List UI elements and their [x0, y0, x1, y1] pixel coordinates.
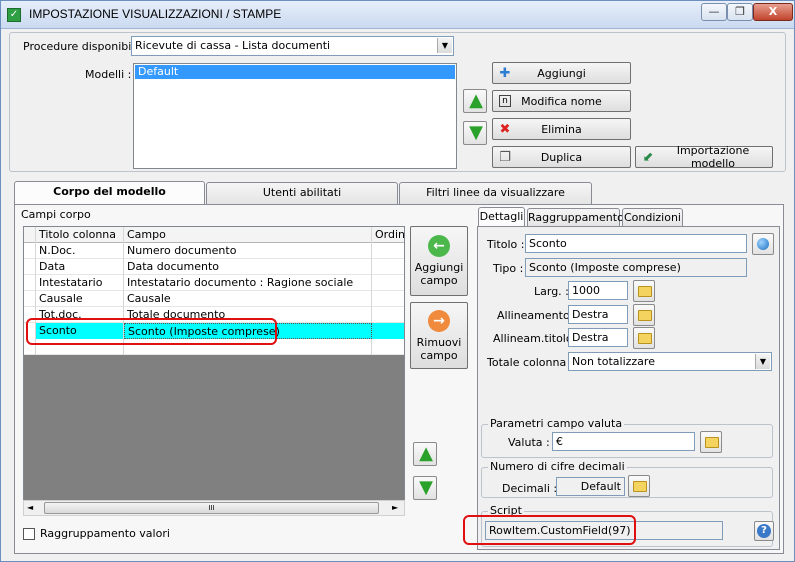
grid-header: Titolo colonna Campo Ordina	[24, 227, 404, 243]
decimals-folder-button[interactable]	[628, 475, 650, 497]
rename-icon: n	[499, 95, 511, 107]
folder-icon	[638, 333, 652, 344]
align-folder-button[interactable]	[633, 304, 655, 326]
delete-model-button[interactable]: ✖ Elimina	[492, 118, 631, 140]
close-button[interactable]: X	[753, 3, 793, 21]
restore-button[interactable]: ❐	[727, 3, 753, 21]
type-label: Tipo :	[493, 262, 524, 275]
arrow-left-icon: ←	[428, 235, 450, 257]
duplicate-model-button[interactable]: ❐ Duplica	[492, 146, 631, 168]
tab-conditions[interactable]: Condizioni	[622, 208, 683, 227]
add-model-button[interactable]: ✚ Aggiungi	[492, 62, 631, 84]
procedure-label: Procedure disponibili :	[23, 40, 145, 53]
title-bar: ✓ IMPOSTAZIONE VISUALIZZAZIONI / STAMPE …	[1, 1, 794, 29]
chevron-down-icon: ▼	[437, 38, 452, 53]
move-up-button[interactable]: ▲	[463, 89, 487, 113]
scroll-right-icon[interactable]: ►	[392, 503, 398, 512]
minimize-button[interactable]: —	[701, 3, 727, 21]
globe-icon	[757, 238, 769, 250]
table-row[interactable]: Intestatario Intestatario documento : Ra…	[24, 275, 404, 291]
arrow-up-icon: ▲	[419, 443, 433, 464]
title-align-input[interactable]: Destra	[568, 328, 628, 347]
align-label: Allineamento :	[497, 309, 577, 322]
total-label: Totale colonna :	[487, 356, 574, 369]
fields-grid[interactable]: Titolo colonna Campo Ordina N.Doc. Numer…	[23, 226, 405, 514]
type-value: Sconto (Imposte comprese)	[525, 258, 747, 277]
highlight-marker	[26, 318, 277, 345]
procedure-select[interactable]: Ricevute di cassa - Lista documenti ▼	[131, 36, 454, 56]
import-model-button[interactable]: ⬋ Importazione modello	[635, 144, 773, 170]
add-icon: ✚	[499, 66, 511, 81]
highlight-marker	[463, 515, 636, 545]
remove-field-button[interactable]: → Rimuovi campo	[410, 302, 468, 369]
table-row[interactable]: Causale Causale	[24, 291, 404, 307]
chevron-down-icon: ▼	[755, 354, 770, 369]
column-header-field[interactable]: Campo	[124, 227, 372, 243]
arrow-down-icon: ▼	[419, 477, 433, 498]
width-input[interactable]: 1000	[568, 281, 628, 300]
tab-enabled-users[interactable]: Utenti abilitati	[206, 182, 398, 204]
main-window: ✓ IMPOSTAZIONE VISUALIZZAZIONI / STAMPE …	[0, 0, 795, 562]
move-down-button[interactable]: ▼	[463, 121, 487, 145]
total-select[interactable]: Non totalizzare ▼	[568, 352, 772, 371]
procedure-select-value: Ricevute di cassa - Lista documenti	[135, 39, 331, 52]
title-input[interactable]: Sconto	[525, 234, 747, 253]
title-label: Titolo :	[487, 238, 525, 251]
delete-icon: ✖	[499, 122, 511, 137]
arrow-right-icon: →	[428, 309, 450, 332]
width-folder-button[interactable]	[633, 280, 655, 302]
folder-icon	[638, 310, 652, 321]
table-row[interactable]: Data Data documento	[24, 259, 404, 275]
tab-grouping[interactable]: Raggruppamento	[527, 208, 624, 227]
help-icon: ?	[757, 524, 771, 538]
group-values-label: Raggruppamento valori	[40, 527, 170, 540]
tab-line-filters[interactable]: Filtri linee da visualizzare	[399, 182, 592, 204]
scroll-thumb[interactable]: III	[44, 502, 379, 514]
title-align-label: Allineam.titolo :	[493, 332, 580, 345]
folder-icon	[638, 286, 652, 297]
align-input[interactable]: Destra	[568, 305, 628, 324]
group-values-checkbox[interactable]	[23, 528, 35, 540]
models-list[interactable]: Default	[133, 63, 457, 169]
width-label: Larg. :	[534, 285, 569, 298]
tab-details[interactable]: Dettagli	[478, 207, 525, 227]
folder-icon	[705, 437, 719, 448]
table-row[interactable]: N.Doc. Numero documento	[24, 243, 404, 259]
window-title: IMPOSTAZIONE VISUALIZZAZIONI / STAMPE	[29, 7, 282, 21]
app-icon: ✓	[7, 8, 21, 22]
field-down-button[interactable]: ▼	[413, 476, 437, 500]
column-header-sort[interactable]: Ordina	[372, 227, 404, 243]
currency-folder-button[interactable]	[700, 431, 722, 453]
fields-label: Campi corpo	[21, 208, 91, 221]
arrow-up-icon: ▲	[469, 90, 483, 111]
title-align-folder-button[interactable]	[633, 327, 655, 349]
currency-input[interactable]: €	[552, 432, 695, 451]
import-icon: ⬋	[642, 150, 654, 165]
translate-button[interactable]	[752, 233, 774, 255]
arrow-down-icon: ▼	[469, 122, 483, 143]
decimals-label: Decimali :	[502, 482, 558, 495]
decimals-value: Default	[556, 477, 625, 496]
tab-model-body[interactable]: Corpo del modello	[14, 181, 205, 205]
folder-icon	[633, 481, 647, 492]
field-up-button[interactable]: ▲	[413, 442, 437, 466]
currency-label: Valuta :	[508, 436, 550, 449]
rename-model-button[interactable]: n Modifica nome	[492, 90, 631, 112]
help-button[interactable]: ?	[754, 521, 774, 541]
scroll-left-icon[interactable]: ◄	[27, 503, 33, 512]
grid-horizontal-scrollbar[interactable]: ◄ III ►	[23, 500, 405, 516]
models-label: Modelli :	[85, 68, 132, 81]
duplicate-icon: ❐	[499, 150, 511, 165]
column-header-title[interactable]: Titolo colonna	[36, 227, 124, 243]
add-field-button[interactable]: ← Aggiungi campo	[410, 226, 468, 296]
models-list-item[interactable]: Default	[135, 65, 455, 79]
